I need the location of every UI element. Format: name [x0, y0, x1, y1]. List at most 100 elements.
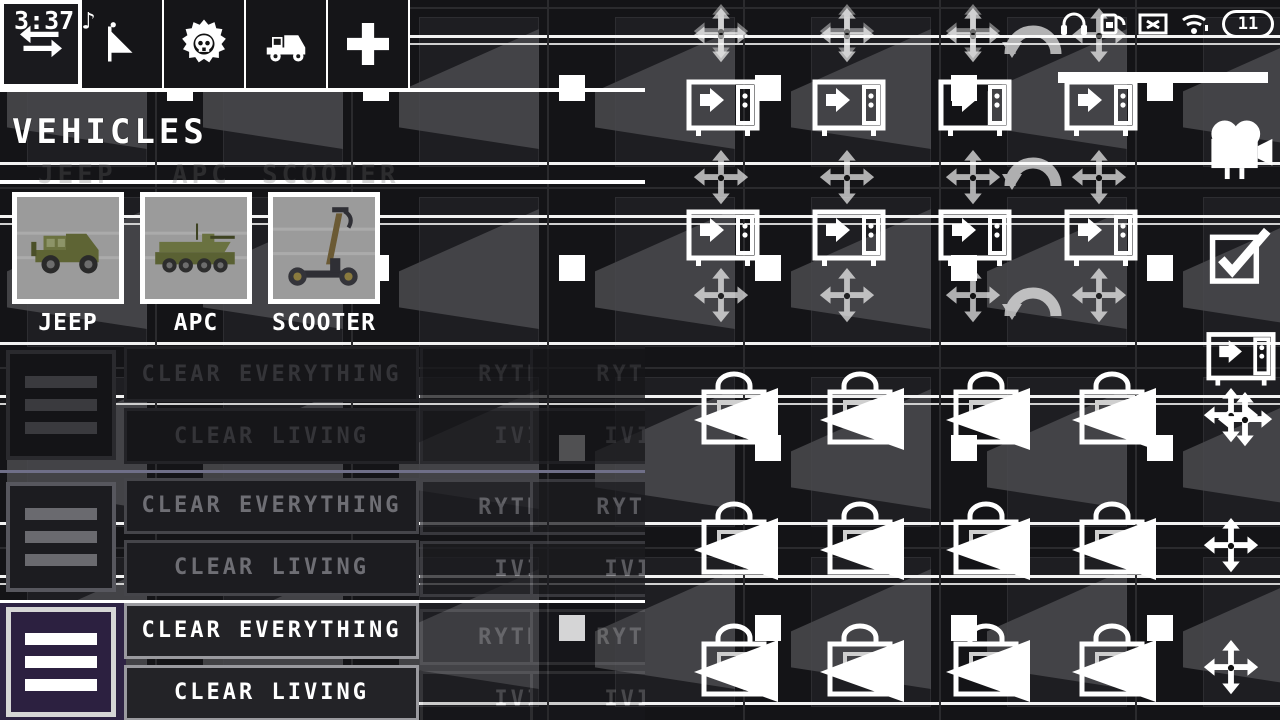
undo-arrow-icon[interactable] — [1000, 140, 1066, 196]
vehicles-button[interactable] — [246, 0, 328, 88]
ghost-grid-cell — [744, 8, 940, 188]
move-cross-icon[interactable] — [942, 2, 1004, 64]
ghost-wedge — [987, 209, 1127, 329]
bag-face-icon[interactable] — [1064, 498, 1160, 590]
ghost-grid-cell — [940, 188, 1136, 368]
vehicle-thumb — [12, 192, 124, 304]
ghost-rule — [745, 223, 939, 225]
tv-icon[interactable] — [812, 208, 886, 270]
play-triangle-icon[interactable] — [1068, 636, 1160, 706]
bag-face-icon[interactable] — [812, 368, 908, 460]
bag-face-icon[interactable] — [812, 620, 908, 712]
ghost-rule — [745, 395, 939, 398]
move-cross-icon[interactable] — [816, 266, 878, 328]
play-triangle-icon[interactable] — [942, 514, 1034, 584]
move-cross-icon[interactable] — [690, 148, 752, 210]
zombie-gear-button[interactable] — [164, 0, 246, 88]
bag-face-icon[interactable] — [938, 498, 1034, 590]
clear-everything-button[interactable]: CLEAR EVERYTHING — [124, 477, 419, 534]
tv-icon[interactable] — [812, 78, 886, 140]
move-cross-icon[interactable] — [816, 6, 878, 68]
tv-icon[interactable] — [938, 208, 1012, 270]
tv-icon[interactable] — [686, 78, 760, 140]
hamburger-menu-button[interactable] — [6, 606, 116, 717]
hamburger-menu-button[interactable] — [6, 350, 116, 460]
ghost-panel — [1007, 377, 1127, 527]
hamburger-menu-button[interactable] — [6, 481, 116, 592]
undo-arrow-icon[interactable] — [1000, 270, 1066, 326]
clear-everything-button[interactable]: CLEAR EVERYTHING — [124, 602, 419, 659]
movie-camera-icon[interactable] — [1198, 112, 1276, 190]
ghost-swatch — [951, 255, 977, 281]
ghost-swatch — [951, 435, 977, 461]
move-cross-icon[interactable] — [690, 266, 752, 328]
clear-menu-row-medium: CLEAR EVERYTHING CLEAR LIVING RYTHING IV… — [0, 470, 645, 600]
play-triangle-icon[interactable] — [816, 514, 908, 584]
play-triangle-icon[interactable] — [942, 384, 1034, 454]
bag-face-icon[interactable] — [686, 620, 782, 712]
rotation-lock-icon — [1100, 13, 1126, 35]
play-triangle-icon[interactable] — [1068, 384, 1160, 454]
move-cross-icon[interactable] — [942, 6, 1004, 68]
vehicle-card-jeep[interactable]: JEEP — [12, 192, 124, 336]
undo-arrow-icon[interactable] — [1000, 8, 1066, 64]
vehicle-card-scooter[interactable]: SCOOTER — [268, 192, 380, 336]
bag-face-icon[interactable] — [686, 498, 782, 590]
bag-face-icon[interactable] — [938, 368, 1034, 460]
clear-living-button[interactable]: CLEAR LIVING — [124, 408, 419, 464]
play-triangle-icon[interactable] — [1068, 514, 1160, 584]
play-triangle-icon[interactable] — [690, 636, 782, 706]
tv-icon[interactable] — [686, 208, 760, 270]
ghost-grid-cell — [1136, 548, 1280, 720]
move-cross-icon[interactable] — [816, 2, 878, 64]
vehicle-label: JEEP — [38, 310, 98, 336]
ghost-wedge — [987, 569, 1127, 689]
move-cross-icon[interactable] — [942, 266, 1004, 328]
clear-living-button[interactable]: CLEAR LIVING — [124, 664, 419, 720]
move-cross-icon[interactable] — [1068, 266, 1130, 328]
play-triangle-icon[interactable] — [816, 384, 908, 454]
vehicle-label: APC — [173, 310, 219, 336]
ghost-rule — [941, 223, 1135, 225]
bag-face-icon[interactable] — [812, 498, 908, 590]
music-note-icon: ♪ — [81, 6, 96, 35]
bag-face-icon[interactable] — [938, 620, 1034, 712]
ghost-panel — [811, 197, 931, 347]
clear-row-echo: RYTHIN IVING — [530, 603, 645, 720]
ghost-rule — [941, 403, 1135, 405]
tv-icon[interactable] — [1064, 208, 1138, 270]
vehicle-card-apc[interactable]: APC — [140, 192, 252, 336]
move-cross-icon[interactable] — [690, 6, 752, 68]
ghost-panel — [1203, 557, 1280, 707]
clear-living-echo: IVING — [420, 408, 530, 464]
move-cross-icon[interactable] — [1200, 516, 1262, 578]
clear-row-echo: RYTHING IVING — [420, 473, 530, 603]
tv-icon[interactable] — [1064, 78, 1138, 140]
ghost-grid-cell — [744, 0, 940, 8]
system-status-bar: 11 — [1060, 4, 1274, 44]
move-cross-icon[interactable] — [1200, 638, 1262, 700]
hamburger-icon-bar — [25, 399, 97, 411]
tv-icon[interactable] — [938, 78, 1012, 140]
move-cross-icon[interactable] — [942, 148, 1004, 210]
move-cross-icon[interactable] — [816, 148, 878, 210]
bag-face-icon[interactable] — [1064, 620, 1160, 712]
tv-icon[interactable] — [1206, 330, 1276, 390]
hamburger-icon-bar — [25, 376, 97, 388]
bag-face-icon[interactable] — [686, 368, 782, 460]
move-cross-icon[interactable] — [1068, 148, 1130, 210]
checkmark-box-icon[interactable] — [1206, 222, 1276, 292]
clear-living-button[interactable]: CLEAR LIVING — [124, 539, 419, 596]
clear-everything-button[interactable]: CLEAR EVERYTHING — [124, 346, 419, 402]
system-clock: 3:37 ♪ — [14, 6, 96, 35]
move-cross-icon[interactable] — [690, 2, 752, 64]
play-triangle-icon[interactable] — [690, 514, 782, 584]
play-triangle-icon[interactable] — [690, 384, 782, 454]
medical-button[interactable] — [328, 0, 410, 88]
bag-face-icon[interactable] — [1064, 368, 1160, 460]
ghost-rule — [745, 583, 939, 585]
move-cross-icon[interactable] — [1214, 390, 1276, 452]
ghost-rule — [1137, 583, 1280, 585]
play-triangle-icon[interactable] — [816, 636, 908, 706]
play-triangle-icon[interactable] — [942, 636, 1034, 706]
